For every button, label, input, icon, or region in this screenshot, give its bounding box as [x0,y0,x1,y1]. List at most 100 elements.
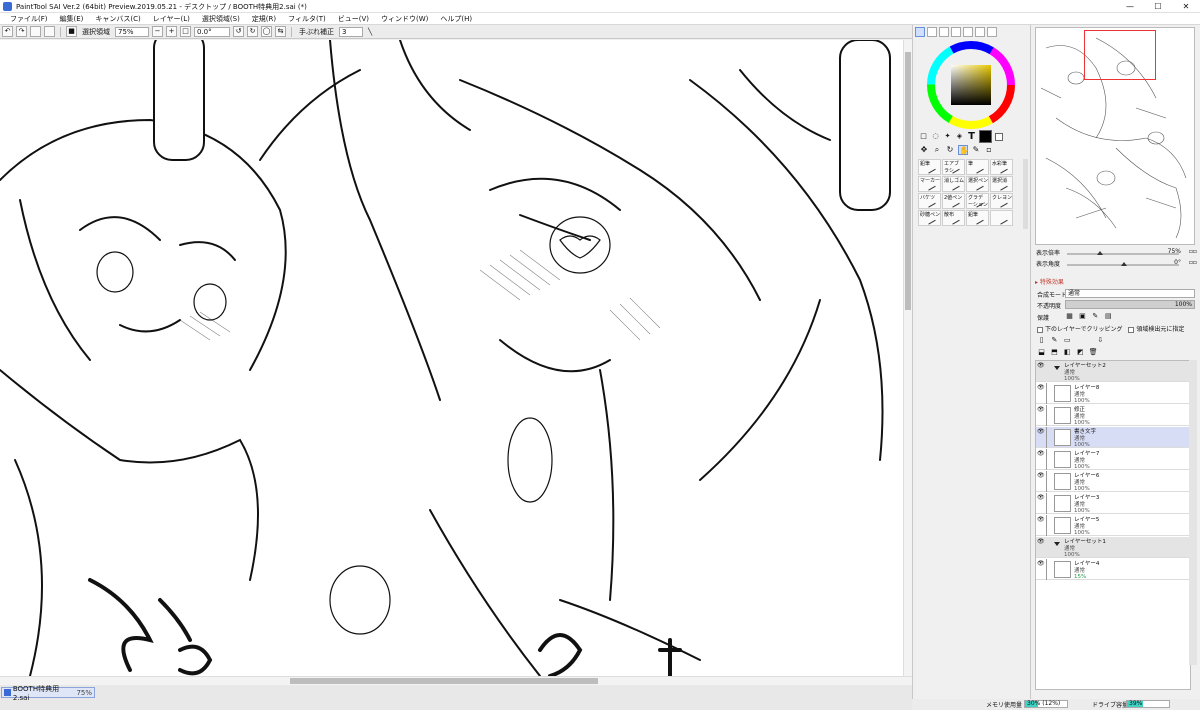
protect-transparency-icon[interactable]: ▦ [1065,312,1074,321]
zoom-buttons[interactable]: ▫▫ [1189,248,1197,255]
angle-buttons[interactable]: ▫▫ [1189,259,1197,266]
zoom-slider[interactable] [1067,253,1179,255]
maximize-button[interactable]: ☐ [1144,0,1172,13]
color-wheel-tab[interactable] [915,27,925,37]
new-set-icon[interactable]: ▭ [1063,336,1072,345]
visibility-eye-icon[interactable]: 👁 [1037,494,1045,502]
brush-tool[interactable]: 水彩筆 [990,159,1013,175]
visibility-eye-icon[interactable]: 👁 [1037,538,1045,546]
special-effects-toggle[interactable]: ▸ 特殊効果 [1035,277,1064,286]
brush-tool[interactable]: 消しゴム [942,176,965,192]
zoom-reset-icon[interactable]: □ [180,26,191,37]
blend-mode-select[interactable]: 通常 [1065,289,1195,298]
menu-item[interactable]: フィルタ(T) [282,13,332,24]
selection-toggle[interactable]: ■ [66,26,77,37]
brush-tool[interactable]: マーカー [918,176,941,192]
new-layer-icon[interactable]: ▯ [1037,336,1046,345]
layer-row[interactable]: 👁 レイヤー4 通常 15% [1036,559,1190,580]
layer-row[interactable]: 👁 修正 通常 100% [1036,405,1190,426]
brush-tool[interactable]: 鉛筆 [966,210,989,226]
text-tool-icon[interactable]: T [967,132,976,142]
brush-tool[interactable]: グラデーション [966,193,989,209]
brush-tool[interactable]: バケツ [918,193,941,209]
visibility-eye-icon[interactable]: 👁 [1037,428,1045,436]
undo-icon[interactable]: ↶ [2,26,13,37]
menu-item[interactable]: ビュー(V) [332,13,375,24]
brush-tool[interactable]: 選択消 [990,176,1013,192]
rotate-right-icon[interactable]: ↻ [247,26,258,37]
layer-row[interactable]: 👁 レイヤー7 通常 100% [1036,449,1190,470]
visibility-eye-icon[interactable]: 👁 [1037,384,1045,392]
layer-set-row[interactable]: 👁 レイヤーセット2 通常 100% [1036,361,1190,382]
deselect-icon[interactable] [30,26,41,37]
protect-move-icon[interactable]: ✎ [1091,312,1100,321]
zoom-in-icon[interactable]: + [166,26,177,37]
merge-down-icon[interactable]: ⬓ [1037,348,1046,357]
layer-row[interactable]: 👁 レイヤー5 通常 100% [1036,515,1190,536]
brush-scrollbar[interactable] [1023,159,1028,229]
background-color-swatch[interactable] [995,132,1003,141]
zoom-out-icon[interactable]: − [152,26,163,37]
viewport-rectangle[interactable] [1084,30,1156,80]
brush-tool[interactable]: クレヨン [990,193,1013,209]
rotate-left-icon[interactable]: ↺ [233,26,244,37]
visibility-eye-icon[interactable]: 👁 [1037,516,1045,524]
selection-source-checkbox[interactable] [1128,326,1135,333]
redo-icon[interactable]: ↷ [16,26,27,37]
brush-tool[interactable]: 選択ペン [966,176,989,192]
zoom-field[interactable]: 75% [115,26,149,37]
scroll-thumb[interactable] [905,52,911,310]
rotation-field[interactable]: 0.0° [194,26,230,37]
brush-tool[interactable]: 鉛筆 [918,159,941,175]
protect-lock-icon[interactable]: ▤ [1104,312,1113,321]
zoom-slider-knob[interactable] [1097,251,1103,255]
menu-item[interactable]: 編集(E) [54,13,90,24]
visibility-eye-icon[interactable]: 👁 [1037,560,1045,568]
new-linework-layer-icon[interactable]: ✎ [1050,336,1059,345]
layer-set-row[interactable]: 👁 レイヤーセット1 通常 100% [1036,537,1190,558]
collapse-arrow-icon[interactable] [1054,542,1060,546]
magic-wand-icon[interactable]: ✦ [943,132,952,141]
stabilizer-field[interactable]: 3 [339,26,363,37]
protect-paint-icon[interactable]: ▣ [1078,312,1087,321]
brush-tool[interactable]: 砂糖ペン [918,210,941,226]
brush-tool[interactable] [990,210,1013,226]
minimize-button[interactable]: — [1116,0,1144,13]
angle-slider-knob[interactable] [1121,262,1127,266]
zoom-tool-icon[interactable]: ⌕ [932,145,942,155]
brush-tool[interactable]: 筆 [966,159,989,175]
rotate-reset-icon[interactable]: ◯ [261,26,272,37]
menu-item[interactable]: 定規(R) [246,13,282,24]
layer-row[interactable]: 👁 書き文字 通常 100% [1036,427,1190,448]
document-tab[interactable]: BOOTH特典用2.sai 75% [1,685,95,702]
merge-visible-icon[interactable]: ⬒ [1050,348,1059,357]
layer-row[interactable]: 👁 レイヤー6 通常 100% [1036,471,1190,492]
visibility-eye-icon[interactable]: 👁 [1037,472,1045,480]
brush-tool[interactable]: 散布 [942,210,965,226]
transfer-icon[interactable]: ⇩ [1096,336,1105,345]
rotate-tool-icon[interactable]: ↻ [945,145,955,155]
menu-item[interactable]: レイヤー(L) [147,13,196,24]
hsv-slider-tab[interactable] [939,27,949,37]
navigator-preview[interactable] [1035,27,1195,245]
collapse-arrow-icon[interactable] [1054,366,1060,370]
move-icon[interactable]: ✥ [919,145,929,155]
clipping-checkbox[interactable] [1037,326,1043,333]
rgb-slider-tab[interactable] [927,27,937,37]
visibility-eye-icon[interactable]: 👁 [1037,406,1045,414]
visibility-eye-icon[interactable]: 👁 [1037,450,1045,458]
menu-item[interactable]: ウィンドウ(W) [375,13,434,24]
scratchpad-tab[interactable] [963,27,973,37]
eyedropper-icon[interactable]: ✎ [971,145,981,155]
menu-item[interactable]: ヘルプ(H) [434,13,478,24]
layer-list-scrollbar[interactable] [1189,360,1197,665]
lasso-icon[interactable]: ◌ [931,132,940,141]
menu-item[interactable]: キャンバス(C) [89,13,146,24]
line-tool-icon[interactable]: ╲ [368,28,372,36]
blank-swatch-icon[interactable]: ▫ [984,145,994,155]
close-button[interactable]: ✕ [1172,0,1200,13]
brush-tool[interactable]: エアブラシ [942,159,965,175]
visibility-eye-icon[interactable]: 👁 [1037,362,1045,370]
fill-layer-icon[interactable]: ◩ [1076,348,1085,357]
canvas-horizontal-scrollbar[interactable] [0,676,912,685]
